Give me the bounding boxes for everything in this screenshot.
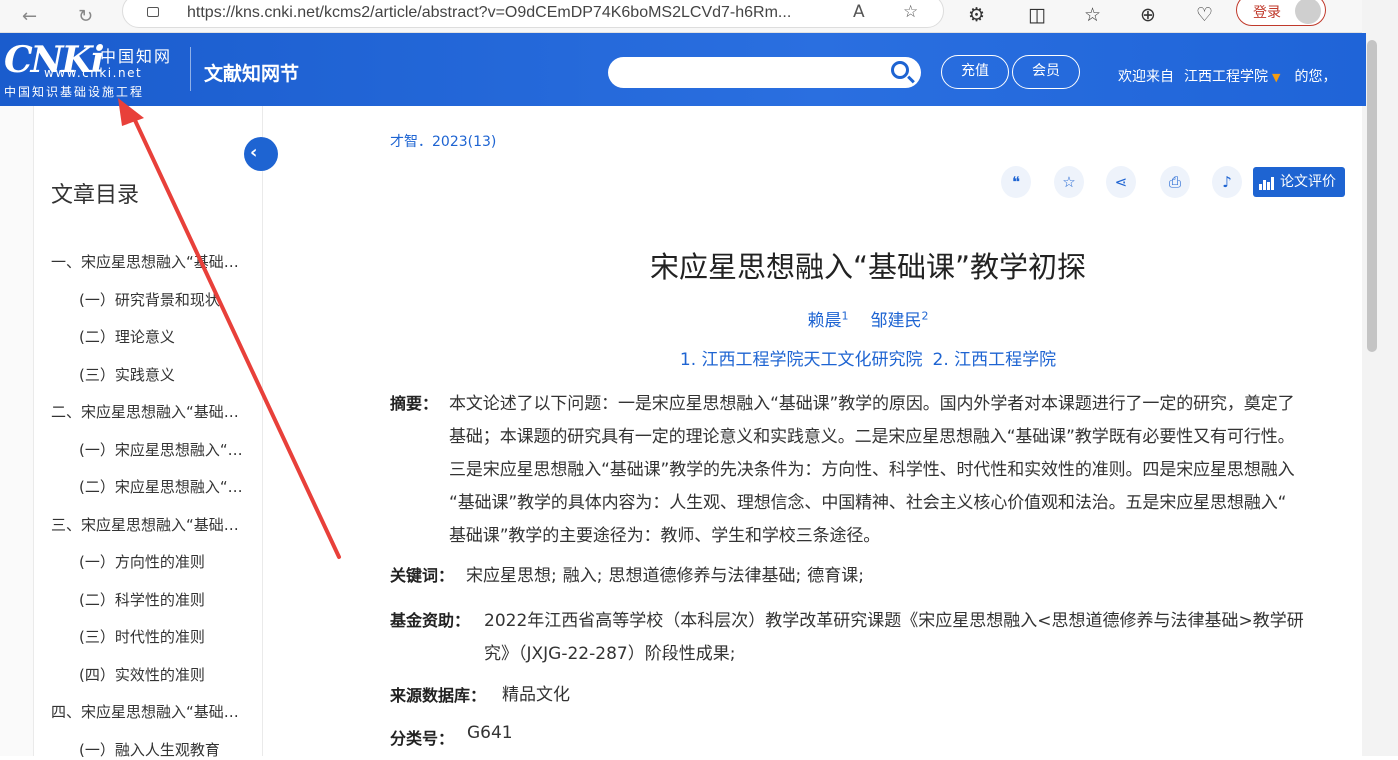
site-header: CNKi 中国知网 www.cnki.net 中国知识基础设施工程 文献知网节 … <box>0 33 1366 106</box>
welcome-label: 欢迎来自 <box>1118 69 1174 85</box>
toc-item[interactable]: 三、宋应星思想融入“基础课”教学的先决条件 <box>51 514 251 535</box>
favorites-icon[interactable]: ☆ <box>1084 4 1101 26</box>
lock-icon <box>147 7 159 17</box>
print-icon[interactable]: ⎙ <box>1160 166 1190 198</box>
split-screen-icon[interactable]: ◫ <box>1028 4 1046 26</box>
star-icon[interactable]: ☆ <box>1054 166 1084 198</box>
class-number: G641 <box>467 723 513 743</box>
collapse-sidebar-button[interactable]: ‹ <box>244 137 278 171</box>
quote-icon[interactable]: ❝ <box>1001 166 1031 198</box>
toc-item[interactable]: (三）实践意义 <box>79 364 254 385</box>
browser-essentials-icon[interactable]: ♡ <box>1196 4 1213 26</box>
cnki-logo[interactable]: CNKi 中国知网 www.cnki.net 中国知识基础设施工程 <box>4 39 182 101</box>
paper-evaluation-button[interactable]: 论文评价 <box>1253 167 1345 197</box>
greeting-tail: 的您， <box>1294 69 1337 85</box>
member-button[interactable]: 会员 <box>1012 55 1080 89</box>
toc-item[interactable]: 四、宋应星思想融入“基础课”教学的具体内容 <box>51 701 251 722</box>
abstract-line: “基础课”教学的具体内容为：人生观、理想信念、中国精神、社会主义核心价值观和法治… <box>449 493 1287 513</box>
search-icon[interactable] <box>891 61 909 79</box>
login-label: 登录 <box>1253 5 1281 21</box>
journal-info[interactable]: 才智．2023(13) <box>390 131 496 151</box>
toc-item[interactable]: (一）方向性的准则 <box>79 551 254 572</box>
toc-item[interactable]: (二）宋应星思想融入“基础课”的可行性 <box>79 476 254 497</box>
class-label: 分类号： <box>390 729 455 748</box>
institution-dropdown[interactable]: 江西工程学院 <box>1184 69 1268 85</box>
article-title: 宋应星思想融入“基础课”教学初探 <box>649 250 1087 284</box>
search-input[interactable] <box>608 57 921 88</box>
toc-item[interactable]: (一）宋应星思想融入“基础课”的必要性 <box>79 439 254 460</box>
toc-item[interactable]: (三）时代性的准则 <box>79 626 254 647</box>
abstract-label: 摘要： <box>390 394 439 413</box>
logo-divider <box>190 47 191 91</box>
keyword-link[interactable]: 宋应星思想; <box>466 566 557 586</box>
source-database: 精品文化 <box>502 685 570 705</box>
logo-www-text: www.cnki.net <box>44 66 143 80</box>
toc-title: 文章目录 <box>51 183 140 208</box>
bell-icon[interactable]: ♪ <box>1212 166 1242 198</box>
browser-toolbar: ← ↻ https://kns.cnki.net/kcms2/article/a… <box>0 0 1398 33</box>
toc-item[interactable]: (四）实效性的准则 <box>79 664 254 685</box>
recharge-button[interactable]: 充值 <box>941 55 1009 89</box>
keywords-list: 宋应星思想; 融入; 思想道德修养与法律基础; 德育课; <box>466 561 870 586</box>
toc-item[interactable]: 一、宋应星思想融入“基础课”教学的原因 <box>51 251 251 272</box>
left-gutter <box>0 106 33 756</box>
fund-line: 2022年江西省高等学校（本科层次）教学改革研究课题《宋应星思想融入<思想道德修… <box>484 611 1304 631</box>
share-icon[interactable]: ⋖ <box>1106 166 1136 198</box>
abstract-line: 基础；本课题的研究具有一定的理论意义和实践意义。二是宋应星思想融入“基础课”教学… <box>449 427 1295 447</box>
favorite-star-icon[interactable]: ☆ <box>903 2 918 22</box>
avatar <box>1295 0 1321 24</box>
keyword-link[interactable]: 思想道德修养与法律基础; <box>608 566 801 586</box>
fund-line: 究》（JXJG-22-287）阶段性成果; <box>484 644 736 664</box>
site-name[interactable]: 文献知网节 <box>204 59 299 86</box>
welcome-text: 欢迎来自 江西工程学院 ▼ 的您， <box>1118 66 1336 86</box>
authors: 赖晨1 邹建民2 <box>390 306 1346 331</box>
abstract-line: 基础课”教学的主要途径为：教师、学生和学校三条途径。 <box>449 526 881 546</box>
scrollbar-thumb[interactable] <box>1367 40 1377 352</box>
affiliation-link[interactable]: 1. 江西工程学院天工文化研究院 <box>680 350 923 370</box>
logo-cn-text: 中国知网 <box>100 47 173 66</box>
keyword-link[interactable]: 融入; <box>563 566 603 586</box>
address-bar[interactable]: https://kns.cnki.net/kcms2/article/abstr… <box>122 0 944 28</box>
url-text[interactable]: https://kns.cnki.net/kcms2/article/abstr… <box>187 4 791 22</box>
refresh-icon[interactable]: ↻ <box>78 6 93 27</box>
author-link[interactable]: 赖晨1 <box>808 309 849 331</box>
keywords-label: 关键词： <box>390 566 455 585</box>
back-icon[interactable]: ← <box>22 6 37 27</box>
toc-item[interactable]: (一）融入人生观教育 <box>79 739 254 760</box>
extensions-icon[interactable]: ⚙ <box>968 4 985 26</box>
toc-item[interactable]: (一）研究背景和现状 <box>79 289 254 310</box>
source-label: 来源数据库： <box>390 686 487 705</box>
collections-icon[interactable]: ⊕ <box>1140 4 1156 26</box>
affiliations: 1. 江西工程学院天工文化研究院 2. 江西工程学院 <box>390 345 1346 370</box>
toc-item[interactable]: 二、宋应星思想融入“基础课”教学的必要性和可行性 <box>51 401 251 422</box>
fund-label: 基金资助： <box>390 611 471 630</box>
abstract-line: 本文论述了以下问题：一是宋应星思想融入“基础课”教学的原因。国内外学者对本课题进… <box>449 394 1295 414</box>
keyword-link[interactable]: 德育课; <box>807 566 864 586</box>
affiliation-link[interactable]: 2. 江西工程学院 <box>933 350 1057 370</box>
read-aloud-icon[interactable]: A <box>853 2 865 22</box>
login-button[interactable]: 登录 <box>1236 0 1326 26</box>
toc-item[interactable]: (二）理论意义 <box>79 326 254 347</box>
toc-item[interactable]: (二）科学性的准则 <box>79 589 254 610</box>
chevron-down-icon[interactable]: ▼ <box>1272 71 1280 84</box>
bar-chart-icon <box>1259 176 1275 190</box>
abstract-line: 三是宋应星思想融入“基础课”教学的先决条件为：方向性、科学性、时代性和实效性的准… <box>449 460 1295 480</box>
eval-label: 论文评价 <box>1280 174 1336 190</box>
author-link[interactable]: 邹建民2 <box>871 309 929 331</box>
logo-subtitle: 中国知识基础设施工程 <box>4 85 145 99</box>
